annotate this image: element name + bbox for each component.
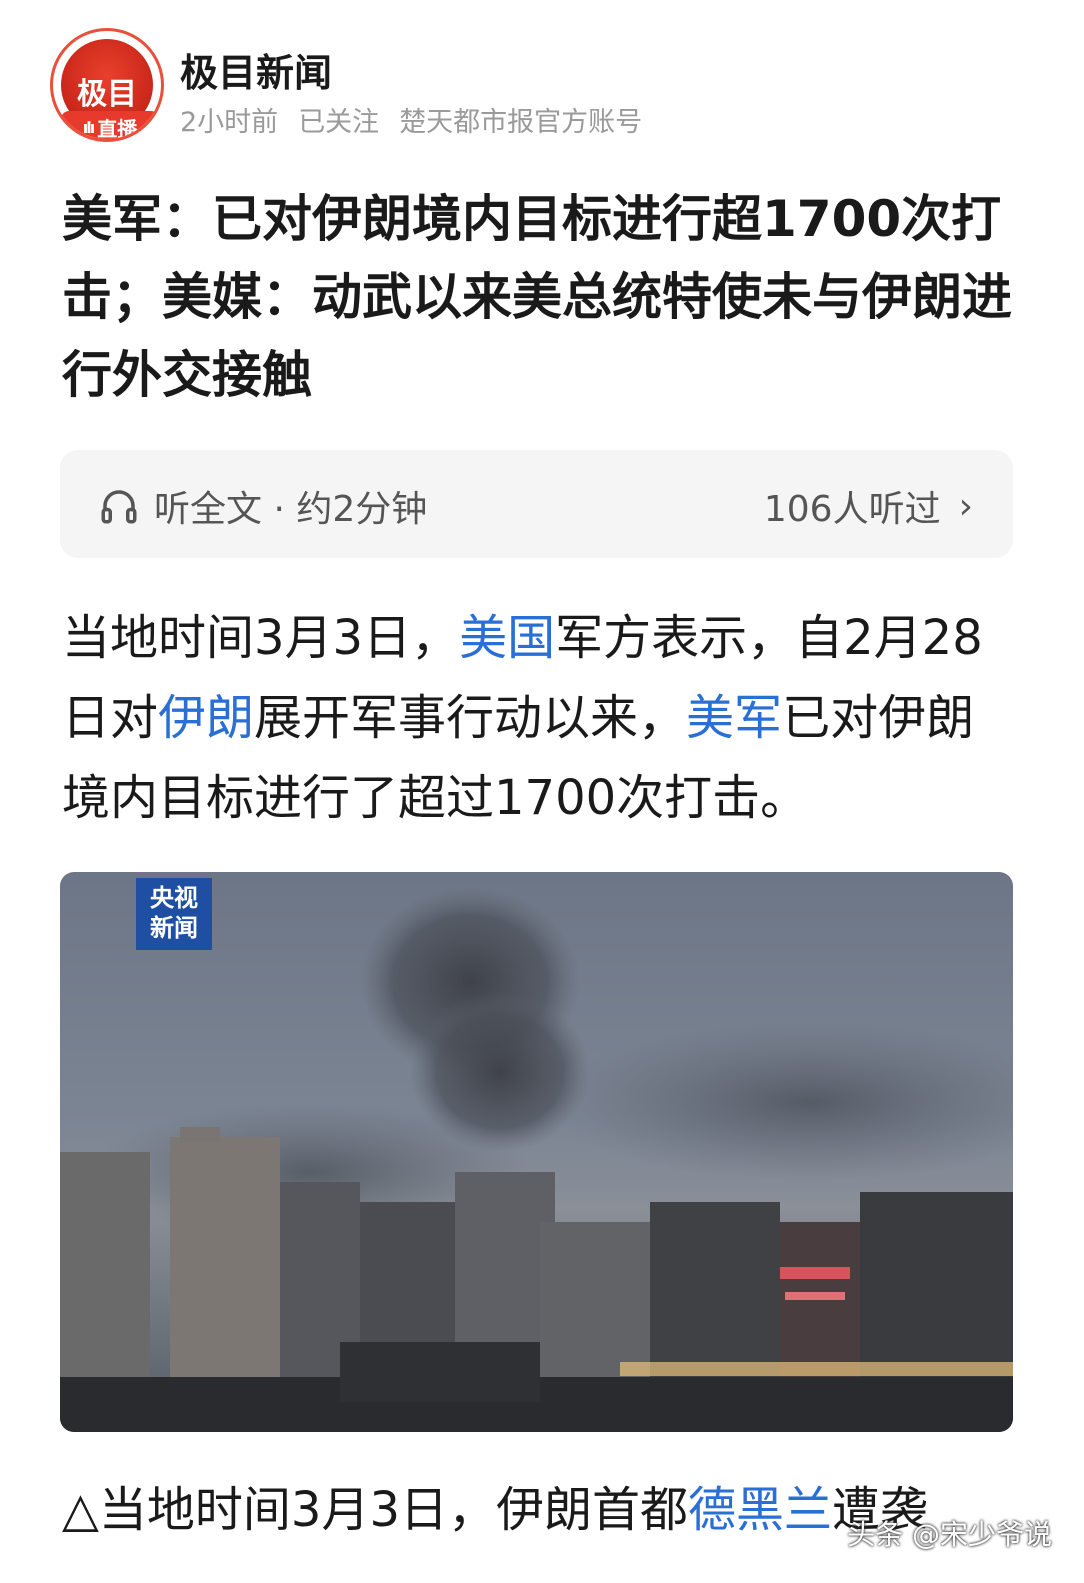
article-title: 美军：已对伊朗境内目标进行超1700次打击；美媒：动武以来美总统特使未与伊朗进行… bbox=[62, 190, 1012, 404]
post-time: 2小时前 bbox=[180, 107, 279, 138]
account-meta: 2小时前 已关注 楚天都市报官方账号 bbox=[180, 100, 642, 139]
paragraph-text: 展开军事行动以来， bbox=[254, 690, 687, 746]
account-avatar[interactable]: 极目 ılı 直播 bbox=[50, 28, 164, 142]
topic-link-iran[interactable]: 伊朗 bbox=[158, 690, 254, 746]
topic-link-usa[interactable]: 美国 bbox=[459, 610, 555, 666]
tehran-skyline-image bbox=[60, 887, 1013, 1432]
paragraph-text: 当地时间3月3日， bbox=[62, 610, 460, 666]
cctv-badge-line2: 新闻 bbox=[150, 914, 198, 942]
watermark: 头条 @宋少爷说 bbox=[847, 1518, 1052, 1551]
cctv-badge-line1: 央视 bbox=[150, 884, 198, 912]
listener-count: 106人听过 bbox=[763, 489, 941, 530]
listen-left: 听全文 · 约2分钟 bbox=[98, 480, 427, 532]
live-badge-label: 直播 bbox=[97, 116, 138, 141]
topic-link-tehran[interactable]: 德黑兰 bbox=[688, 1482, 832, 1538]
listen-full-text-bar[interactable]: 听全文 · 约2分钟 106人听过 › bbox=[60, 450, 1013, 558]
article-paragraph: 当地时间3月3日，美国军方表示，自2月28日对伊朗展开军事行动以来，美军已对伊朗… bbox=[62, 598, 1022, 838]
cctv-news-logo: 央视 新闻 bbox=[136, 878, 212, 950]
avatar-logo-text: 极目 bbox=[77, 77, 137, 112]
chevron-right-icon: › bbox=[958, 485, 973, 527]
caption-text: △当地时间3月3日，伊朗首都 bbox=[62, 1482, 688, 1538]
topic-link-us-military[interactable]: 美军 bbox=[686, 690, 782, 746]
article-photo[interactable]: 央视 新闻 bbox=[60, 872, 1013, 1432]
follow-status[interactable]: 已关注 bbox=[298, 100, 379, 139]
listen-right: 106人听过 › bbox=[764, 480, 973, 532]
live-badge[interactable]: ılı 直播 bbox=[61, 111, 159, 141]
account-description: 楚天都市报官方账号 bbox=[399, 107, 643, 138]
listen-label: 听全文 · 约2分钟 bbox=[154, 489, 428, 530]
live-signal-icon: ılı bbox=[82, 117, 96, 137]
article-header: 极目 ılı 直播 极目新闻 2小时前 已关注 楚天都市报官方账号 bbox=[50, 28, 1030, 148]
account-name[interactable]: 极目新闻 bbox=[180, 42, 332, 97]
headphones-icon bbox=[101, 490, 137, 524]
